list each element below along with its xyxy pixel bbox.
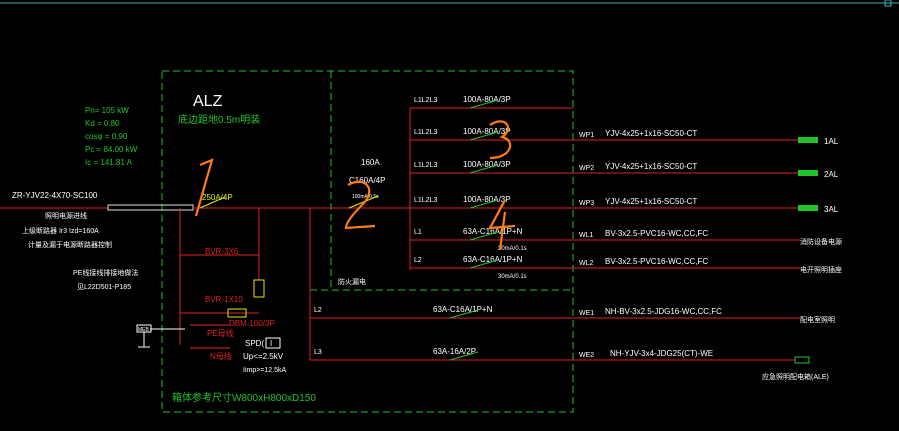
circuit-cable: YJV-4x25+1x16-SC50-CT — [605, 129, 697, 138]
circuit-phase: L2 — [314, 307, 322, 314]
panel-title: ALZ — [193, 93, 223, 110]
param-pn: Pn= 105 kW — [85, 106, 129, 115]
panel-size-note: 箱体参考尺寸W800xH800xD150 — [172, 391, 316, 404]
circuit-cable: YJV-4x25+1x16-SC50-CT — [605, 162, 697, 171]
sub-current: 160A — [361, 158, 380, 167]
pe-bus-label: PE母线 — [207, 328, 234, 338]
circuit-wp: WL2 — [579, 260, 594, 267]
param-ic: Ic = 141.81 A — [85, 158, 133, 167]
circuit-breaker: 63A-C16A/1P+N — [463, 255, 523, 264]
circuit-cable: YJV-4x25+1x16-SC50-CT — [605, 197, 697, 206]
incoming-note-1: 照明电源进线 — [45, 211, 87, 220]
circuit-phase: L1L2L3 — [414, 97, 437, 104]
panel-subtitle: 底边距地0.5m明装 — [178, 113, 260, 126]
circuit-wp: WP2 — [579, 165, 594, 172]
sub-breaker: C160A/4P — [349, 176, 385, 185]
spd-label: SPD( — [245, 339, 264, 348]
circuit-cable: NH-YJV-3x4-JDG25(CT)-WE — [610, 349, 713, 358]
circuit-rows: L1L2L3 100A-80A/3PL1L2L3 100A-80A/3P WP1 YJV… — [310, 95, 842, 381]
load-parameters: Pn= 105 kW Kd = 0.80 cosφ = 0.90 Pc = 84… — [85, 106, 138, 167]
incoming-cable: ZR-YJV22-4X70-SC100 — [12, 191, 98, 200]
dbm-label: DBM-100/3P — [229, 319, 275, 328]
bvr1-label: BVR-3X6 — [205, 247, 239, 256]
incoming-note-2: 上级断路器 Ir3 Izd=160A — [22, 226, 99, 235]
distribution-box-icon — [798, 137, 818, 143]
circuit-phase: L1 — [414, 229, 422, 236]
n-bus-label: N母线 — [210, 351, 232, 361]
circuit-cable: BV-3x2.5-PVC16-WC,CC,FC — [605, 257, 708, 266]
pe-note: PE线接线排接地做法 — [73, 268, 138, 277]
circuit-dest: 3AL — [824, 205, 839, 214]
circuit-dest: 1AL — [824, 137, 839, 146]
spd-box — [253, 279, 265, 298]
ale-box-icon — [794, 356, 810, 364]
circuit-rcd: 30mA/0.1s — [498, 246, 527, 252]
incoming-note-3: 计量及漏于电源断路器控制 — [28, 240, 112, 249]
circuit-wp: WE1 — [579, 310, 594, 317]
circuit-dest: 配电室照明 — [800, 315, 835, 324]
circuit-dest: 电开照明插座 — [800, 265, 842, 274]
circuit-dest: 2AL — [824, 170, 839, 179]
circuit-breaker: 63A-C16A/1P+N — [433, 305, 493, 314]
param-pc: Pc = 84.00 kW — [85, 145, 138, 154]
schematic-canvas: ALZ 底边距地0.5m明装 Pn= 105 kW Kd = 0.80 cosφ… — [0, 0, 899, 413]
circuit-cable: BV-3x2.5-PVC16-WC,CC,FC — [605, 229, 708, 238]
spd-indicator-label: I — [270, 339, 272, 348]
circuit-rcd: 30mA/0.1s — [498, 274, 527, 280]
circuit-wp: WE2 — [579, 352, 594, 359]
circuit-wp: WP1 — [579, 132, 594, 139]
pe-ref: 见L22D501-P185 — [77, 283, 131, 291]
circuit-breaker: 100A-80A/3P — [463, 95, 511, 104]
circuit-dest: 消防设备电源 — [800, 237, 842, 246]
param-kd: Kd = 0.80 — [85, 119, 120, 128]
circuit-phase: L2 — [414, 257, 422, 264]
circuit-wp: WP3 — [579, 200, 594, 207]
circuit-phase: L3 — [314, 349, 322, 356]
circuit-phase: L1L2L3 — [414, 162, 437, 169]
distribution-box-icon — [798, 205, 818, 211]
circuit-phase: L1L2L3 — [414, 197, 437, 204]
circuit-cable: NH-BV-3x2.5-JDG16-WC,CC,FC — [605, 307, 722, 316]
param-cos: cosφ = 0.90 — [85, 132, 128, 141]
circuit-dest: 应急照明配电箱(ALE) — [762, 372, 829, 381]
sub-label: 防火漏电 — [338, 277, 366, 286]
circuit-phase: L1L2L3 — [414, 129, 437, 136]
annotation-2-stroke — [344, 180, 376, 230]
circuit-wp: WL1 — [579, 232, 594, 239]
spd-indicator — [265, 337, 281, 349]
spd-imp: Iimp>=12.5kA — [243, 367, 287, 374]
spd-up: Up<=2.5kV — [243, 352, 284, 361]
bvr2-label: BVR-1X10 — [205, 295, 243, 304]
circuit-breaker: 100A-80A/3P — [463, 160, 511, 169]
distribution-box-icon — [798, 170, 818, 176]
